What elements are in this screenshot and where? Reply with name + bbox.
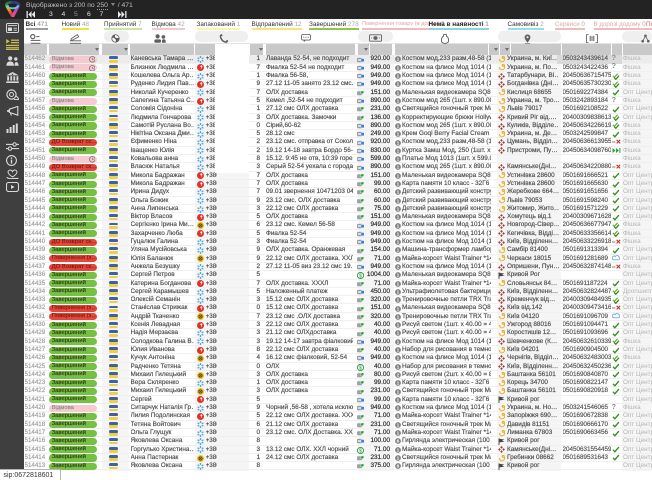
svg-text:1: 1 bbox=[396, 90, 399, 95]
svg-text:1: 1 bbox=[396, 273, 399, 278]
svg-text:1: 1 bbox=[396, 298, 399, 303]
svg-text:1: 1 bbox=[396, 331, 399, 336]
svg-text:1: 1 bbox=[396, 431, 399, 436]
svg-text:1: 1 bbox=[396, 447, 399, 452]
svg-text:1: 1 bbox=[396, 256, 399, 261]
svg-text:1: 1 bbox=[396, 198, 399, 203]
svg-text:1: 1 bbox=[396, 65, 399, 70]
svg-text:1: 1 bbox=[396, 82, 399, 87]
svg-text:2: 2 bbox=[396, 265, 399, 270]
svg-text:1: 1 bbox=[396, 165, 399, 170]
svg-text:1: 1 bbox=[396, 57, 399, 62]
svg-text:1: 1 bbox=[396, 339, 399, 344]
svg-text:1: 1 bbox=[396, 124, 399, 129]
svg-text:1: 1 bbox=[396, 107, 399, 112]
svg-text:1: 1 bbox=[396, 406, 399, 411]
svg-text:1: 1 bbox=[396, 414, 399, 419]
svg-text:1: 1 bbox=[396, 240, 399, 245]
svg-text:1: 1 bbox=[396, 232, 399, 237]
svg-text:1: 1 bbox=[396, 157, 399, 162]
svg-text:1: 1 bbox=[396, 149, 399, 154]
svg-text:1: 1 bbox=[396, 315, 399, 320]
svg-text:1: 1 bbox=[396, 223, 399, 228]
svg-text:1: 1 bbox=[396, 132, 399, 137]
svg-text:1: 1 bbox=[396, 99, 399, 104]
svg-text:1: 1 bbox=[396, 456, 399, 461]
svg-text:1: 1 bbox=[396, 422, 399, 427]
svg-text:2: 2 bbox=[396, 373, 399, 378]
svg-text:6: 6 bbox=[396, 439, 399, 444]
svg-text:1: 1 bbox=[396, 182, 399, 187]
svg-text:1: 1 bbox=[396, 389, 399, 394]
svg-text:1: 1 bbox=[396, 207, 399, 212]
svg-text:1: 1 bbox=[396, 190, 399, 195]
svg-text:1: 1 bbox=[396, 140, 399, 145]
svg-text:1: 1 bbox=[396, 115, 399, 120]
svg-text:1: 1 bbox=[396, 173, 399, 178]
svg-text:1: 1 bbox=[396, 290, 399, 295]
svg-text:1: 1 bbox=[396, 306, 399, 311]
svg-text:1: 1 bbox=[396, 356, 399, 361]
svg-text:1: 1 bbox=[396, 248, 399, 253]
svg-text:6: 6 bbox=[396, 464, 399, 469]
svg-text:1: 1 bbox=[396, 281, 399, 286]
svg-text:1: 1 bbox=[396, 348, 399, 353]
svg-text:1: 1 bbox=[396, 398, 399, 403]
svg-text:1: 1 bbox=[396, 381, 399, 386]
svg-text:1: 1 bbox=[396, 215, 399, 220]
svg-text:1: 1 bbox=[396, 364, 399, 369]
svg-text:1: 1 bbox=[396, 74, 399, 79]
svg-text:1: 1 bbox=[396, 323, 399, 328]
